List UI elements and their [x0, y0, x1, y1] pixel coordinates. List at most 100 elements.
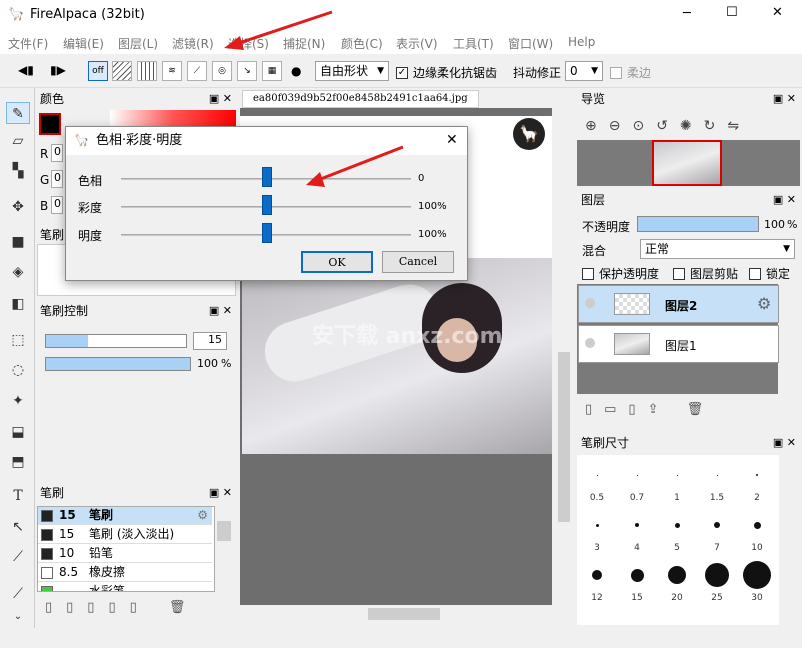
visibility-icon[interactable]: [585, 298, 595, 308]
brush-size-dot[interactable]: [716, 474, 718, 476]
fill-rect-icon[interactable]: ■: [6, 231, 30, 253]
hue-slider-thumb[interactable]: [262, 167, 272, 187]
snap-concentric-icon[interactable]: ◎: [212, 61, 232, 81]
menu-edit[interactable]: 编辑(E): [63, 35, 104, 52]
brush-size-dot[interactable]: [674, 522, 680, 528]
minimize-button[interactable]: ─: [683, 6, 691, 21]
pen-tool-icon[interactable]: ✎: [6, 102, 30, 124]
dot-tool-icon[interactable]: ▚: [6, 160, 30, 182]
brush-size-dot[interactable]: [743, 561, 771, 589]
protect-alpha-label: 保护透明度: [599, 267, 660, 281]
rect-select-icon[interactable]: ⬚: [6, 329, 30, 351]
document-tab[interactable]: ea80f039d9b52f00e8458b2491c1aa64.jpg: [242, 90, 479, 108]
layer-opacity-bar[interactable]: [637, 216, 759, 232]
prev-icon[interactable]: ◀▮: [18, 63, 34, 77]
snap-perspective-icon[interactable]: ▦: [262, 61, 282, 81]
eyedropper2-icon[interactable]: ⟋: [6, 583, 30, 605]
layer-item[interactable]: 图层1: [578, 325, 779, 363]
brush-size-grid: 0.5 0.7 1 1.5 2 3 4 5 7 10 12 15 20 25 30: [577, 455, 779, 625]
operation-tool-icon[interactable]: ↖: [6, 516, 30, 538]
clipping-checkbox[interactable]: [673, 266, 685, 280]
select-pen-icon[interactable]: ⬓: [6, 421, 30, 443]
brush-item[interactable]: 15 笔刷 ⚙: [38, 507, 212, 525]
b-field[interactable]: 0: [51, 196, 63, 214]
color-gradient[interactable]: [110, 110, 236, 126]
text-tool-icon[interactable]: T: [6, 485, 30, 507]
more-tools-icon[interactable]: ⌄: [6, 606, 30, 628]
brush-list-scrollbar[interactable]: [215, 506, 233, 592]
menu-tools[interactable]: 工具(T): [453, 35, 494, 52]
brush-size-dot[interactable]: [705, 563, 729, 587]
brush-opacity-bar[interactable]: [45, 357, 191, 371]
hue-value: 0: [418, 173, 425, 184]
brush-item[interactable]: 8.5 橡皮擦: [38, 564, 212, 582]
eraser-tool-icon[interactable]: ▱: [6, 130, 30, 152]
brush-item[interactable]: 水彩笔: [38, 583, 212, 591]
brush-size-dot[interactable]: [756, 474, 758, 476]
layer-settings-icon[interactable]: ⚙: [757, 294, 771, 313]
lock-checkbox[interactable]: [749, 266, 761, 280]
brush-size-dot[interactable]: [595, 523, 599, 527]
menu-view[interactable]: 表示(V): [396, 35, 438, 52]
brush-size-field[interactable]: 15: [193, 332, 227, 350]
brush-size-dot[interactable]: [714, 522, 720, 528]
protect-alpha-checkbox[interactable]: [582, 266, 594, 280]
menu-window[interactable]: 窗口(W): [508, 35, 553, 52]
menu-file[interactable]: 文件(F): [8, 35, 48, 52]
bucket-tool-icon[interactable]: ◈: [6, 261, 30, 283]
snap-curve-icon[interactable]: ≋: [162, 61, 182, 81]
menu-snap[interactable]: 捕捉(N): [283, 35, 325, 52]
clipping-label: 图层剪贴: [690, 267, 739, 281]
snap-radial-icon[interactable]: ⟋: [187, 61, 207, 81]
layers-vscroll[interactable]: [780, 284, 800, 394]
brush-size-dot[interactable]: [630, 568, 644, 582]
menu-layer[interactable]: 图层(L): [118, 35, 158, 52]
brush-size-dot[interactable]: [668, 566, 686, 584]
ok-button[interactable]: OK: [301, 251, 373, 273]
cancel-button[interactable]: Cancel: [382, 251, 454, 273]
menu-select[interactable]: 选择(S): [228, 35, 269, 52]
snap-parallel-icon[interactable]: [112, 61, 132, 81]
close-button[interactable]: ✕: [772, 5, 783, 20]
navigator-preview[interactable]: [577, 140, 800, 186]
brush-size-dot[interactable]: [596, 474, 598, 476]
snap-vanishing-icon[interactable]: ↘: [237, 61, 257, 81]
foreground-color-swatch[interactable]: [39, 113, 61, 135]
maximize-button[interactable]: ☐: [726, 5, 738, 20]
brush-size-dot[interactable]: [592, 570, 602, 580]
brush-size-dot[interactable]: [753, 521, 761, 529]
brush-size-dot[interactable]: [636, 474, 638, 476]
move-tool-icon[interactable]: ✥: [6, 196, 30, 218]
menu-help[interactable]: Help: [568, 35, 595, 49]
blend-select[interactable]: 正常 ▼: [640, 239, 795, 259]
visibility-icon[interactable]: [585, 338, 595, 348]
r-field[interactable]: 0: [51, 144, 63, 162]
shape-select[interactable]: 自由形状 ▼: [315, 61, 389, 81]
lasso-tool-icon[interactable]: ◌: [6, 359, 30, 381]
eyedropper-icon[interactable]: ⟋: [6, 546, 30, 568]
canvas-hscroll[interactable]: [240, 605, 552, 623]
g-field[interactable]: 0: [51, 170, 63, 188]
magic-wand-icon[interactable]: ✦: [6, 390, 30, 412]
dialog-close-icon[interactable]: ✕: [446, 132, 458, 148]
snap-off-button[interactable]: off: [88, 61, 108, 81]
layer-item[interactable]: 图层2 ⚙: [578, 285, 779, 323]
antialias-checkbox[interactable]: ✓: [396, 65, 408, 79]
brush-size-dot[interactable]: [676, 474, 678, 476]
stabilizer-select[interactable]: 0 ▼: [565, 61, 603, 81]
menu-color[interactable]: 颜色(C): [341, 35, 383, 52]
brush-item[interactable]: 10 铅笔: [38, 545, 212, 563]
brush-item[interactable]: 15 笔刷 (淡入淡出): [38, 526, 212, 544]
soft-checkbox[interactable]: [610, 65, 622, 79]
brush-size-dot[interactable]: [635, 523, 639, 527]
select-eraser-icon[interactable]: ⬒: [6, 451, 30, 473]
brush-size-vscroll[interactable]: [780, 455, 800, 625]
snap-grid-icon[interactable]: [137, 61, 157, 81]
saturation-slider-thumb[interactable]: [262, 195, 272, 215]
brightness-slider-thumb[interactable]: [262, 223, 272, 243]
next-icon[interactable]: ▮▶: [50, 63, 66, 77]
brush-size-bar[interactable]: [45, 334, 187, 348]
canvas-vscroll[interactable]: [555, 90, 573, 605]
gradient-tool-icon[interactable]: ◧: [6, 293, 30, 315]
menu-filter[interactable]: 滤镜(R): [172, 35, 214, 52]
